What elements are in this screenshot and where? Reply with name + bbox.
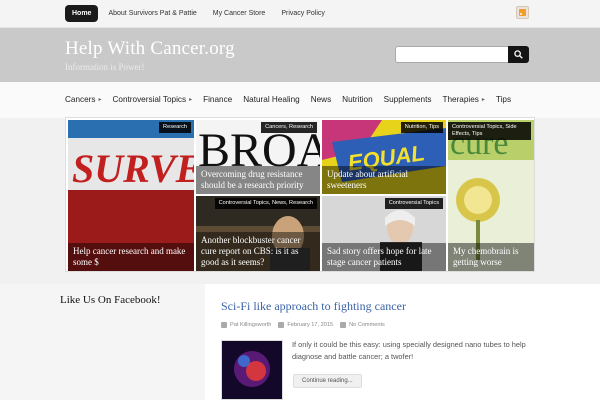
post-title[interactable]: Sci-Fi like approach to fighting cancer <box>221 299 406 314</box>
search-form <box>395 46 529 63</box>
post-author[interactable]: Pat Killingsworth <box>221 322 271 328</box>
nav-item-natural-healing[interactable]: Natural Healing <box>243 95 299 104</box>
featured-tile[interactable]: EQUAL Nutrition, Tips Update about artif… <box>322 120 446 194</box>
art-text: SURVEY SAYS <box>72 146 194 191</box>
top-bar: Home About Survivors Pat & Pattie My Can… <box>0 0 600 28</box>
tile-caption[interactable]: Another blockbuster cancer cure report o… <box>196 232 320 271</box>
nav-item-finance[interactable]: Finance <box>203 95 232 104</box>
rss-icon[interactable] <box>516 6 529 19</box>
category-badge[interactable]: Controversial Topics, News, Research <box>214 198 317 209</box>
nav-item-supplements[interactable]: Supplements <box>384 95 432 104</box>
tile-caption[interactable]: Sad story offers hope for late stage can… <box>322 243 446 271</box>
post-thumbnail[interactable] <box>221 340 283 400</box>
featured-tile[interactable]: SURVEY SAYS Research Help cancer researc… <box>68 120 194 271</box>
search-icon <box>514 50 523 59</box>
main-nav: Cancers ▸ Controversial Topics ▸ Finance N… <box>0 82 600 118</box>
featured-tile[interactable]: BROA Cancers, Research Overcoming drug r… <box>196 120 320 194</box>
category-badge[interactable]: Controversial Topics <box>384 198 443 209</box>
topnav-store[interactable]: My Cancer Store <box>207 5 272 22</box>
post-excerpt: If only it could be this easy: using spe… <box>292 340 526 361</box>
nav-item-cancers[interactable]: Cancers ▸ <box>65 95 102 104</box>
post-meta: Pat Killingsworth February 17, 2015 No C… <box>221 322 385 328</box>
featured-tile[interactable]: Controversial Topics, News, Research Ano… <box>196 196 320 271</box>
tile-caption[interactable]: Update about artificial sweeteners <box>322 166 446 194</box>
category-badge[interactable]: Research <box>159 122 191 133</box>
featured-grid: SURVEY SAYS Research Help cancer researc… <box>65 117 535 272</box>
topnav-privacy[interactable]: Privacy Policy <box>275 5 331 22</box>
topnav-home[interactable]: Home <box>65 5 99 22</box>
continue-reading-button[interactable]: Continue reading... <box>293 374 362 388</box>
category-badge[interactable]: Cancers, Research <box>261 122 317 133</box>
site-title[interactable]: Help With Cancer.org <box>65 38 235 60</box>
search-input[interactable] <box>395 46 508 63</box>
featured-tile[interactable]: Controversial Topics Sad story offers ho… <box>322 196 446 271</box>
tile-caption[interactable]: Overcoming drug resistance should be a r… <box>196 166 320 194</box>
nav-item-therapies[interactable]: Therapies ▸ <box>442 95 484 104</box>
chevron-down-icon: ▸ <box>98 97 102 103</box>
user-icon <box>221 322 227 328</box>
top-nav: Home About Survivors Pat & Pattie My Can… <box>65 5 331 22</box>
tile-caption[interactable]: Help cancer research and make some $ <box>68 243 194 271</box>
nav-item-news[interactable]: News <box>311 95 331 104</box>
comment-icon <box>340 322 347 328</box>
category-badge[interactable]: Controversial Topics, Side Effects, Tips <box>448 122 531 140</box>
tile-caption[interactable]: My chemobrain is getting worse <box>448 243 534 271</box>
content-area: Like Us On Facebook! Sci-Fi like approac… <box>0 284 600 400</box>
thumbnail-image <box>222 341 282 399</box>
post-comments[interactable]: No Comments <box>340 322 385 328</box>
category-badge[interactable]: Nutrition, Tips <box>400 122 443 133</box>
nav-item-controversial-topics[interactable]: Controversial Topics ▸ <box>113 95 193 104</box>
chevron-down-icon: ▸ <box>481 97 485 103</box>
sidebar-widget-title: Like Us On Facebook! <box>60 294 161 306</box>
calendar-icon <box>278 322 285 328</box>
topnav-about[interactable]: About Survivors Pat & Pattie <box>102 5 202 22</box>
chevron-down-icon: ▸ <box>189 97 193 103</box>
site-tagline: Information is Power! <box>65 62 145 72</box>
search-button[interactable] <box>508 46 529 63</box>
nav-item-nutrition[interactable]: Nutrition <box>342 95 373 104</box>
post-date: February 17, 2015 <box>278 322 333 328</box>
site-header: Help With Cancer.org Information is Powe… <box>0 28 600 82</box>
featured-tile[interactable]: cure Controversial Topics, Side Effects,… <box>448 120 534 271</box>
nav-item-tips[interactable]: Tips <box>496 95 511 104</box>
